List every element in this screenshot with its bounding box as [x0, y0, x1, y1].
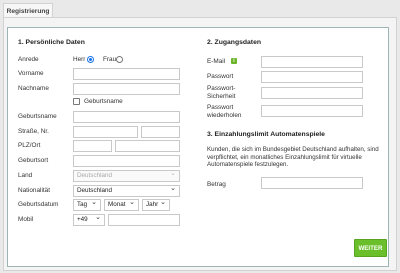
- land-select: Deutschland: [73, 170, 180, 182]
- limit-description-line1: Kunden, die sich im Bundesgebiet Deutsch…: [207, 146, 379, 153]
- geburtsname-label: Geburtsname: [18, 113, 57, 120]
- passwort-sicherheit-label-line1: Passwort-: [207, 85, 236, 92]
- geburtsname-checkbox[interactable]: [73, 98, 80, 105]
- radio-frau-label: Frau: [103, 56, 117, 63]
- passwort-sicherheit-indicator: [261, 87, 363, 99]
- geburtsname-input[interactable]: [73, 111, 180, 123]
- plz-ort-label: PLZ/Ort: [18, 142, 41, 149]
- passwort-sicherheit-label: Passwort- Sicherheit: [207, 85, 235, 100]
- mobil-label: Mobil: [18, 216, 34, 223]
- tab-bar: Registrierung: [0, 0, 400, 18]
- radio-herr[interactable]: [87, 56, 94, 63]
- section-heading-access: 2. Zugangsdaten: [207, 39, 262, 46]
- limit-description-line3: Automatenspiele festzulegen.: [207, 161, 289, 169]
- passwort-wiederholen-label: Passwort wiederholen: [207, 104, 241, 119]
- betrag-input[interactable]: [261, 177, 363, 189]
- monat-select[interactable]: Monat: [104, 199, 139, 211]
- vorname-input[interactable]: [73, 68, 180, 80]
- section-heading-limit: 3. Einzahlungslimit Automatenspiele: [207, 131, 325, 138]
- strasse-input[interactable]: [73, 126, 138, 138]
- info-icon[interactable]: i: [231, 58, 237, 64]
- passwort-wiederholen-label-line1: Passwort: [207, 104, 234, 111]
- tab-registrierung[interactable]: Registrierung: [3, 3, 53, 18]
- passwort-label: Passwort: [207, 73, 234, 80]
- hausnummer-input[interactable]: [141, 126, 180, 138]
- anrede-label: Anrede: [18, 56, 39, 63]
- betrag-label: Betrag: [207, 181, 226, 188]
- passwort-wiederholen-input[interactable]: [261, 105, 363, 117]
- section-heading-personal: 1. Persönliche Daten: [18, 39, 85, 46]
- ort-input[interactable]: [115, 140, 180, 152]
- nachname-input[interactable]: [73, 83, 180, 95]
- vorname-label: Vorname: [18, 70, 44, 77]
- email-input[interactable]: [261, 56, 363, 68]
- passwort-input[interactable]: [261, 71, 363, 83]
- tag-select[interactable]: Tag: [73, 199, 101, 211]
- geburtsort-input[interactable]: [73, 155, 180, 167]
- land-label: Land: [18, 172, 33, 179]
- jahr-select[interactable]: Jahr: [142, 199, 170, 211]
- nachname-label: Nachname: [18, 85, 49, 92]
- mobil-prefix-select[interactable]: +49: [73, 214, 105, 226]
- nationalitaet-select[interactable]: Deutschland: [73, 185, 180, 197]
- registration-form: 1. Persönliche Daten Anrede Herr Frau Vo…: [7, 27, 389, 267]
- nationalitaet-label: Nationalität: [18, 187, 50, 194]
- email-label: E-Mail: [207, 58, 226, 65]
- mobil-input[interactable]: [108, 214, 180, 226]
- passwort-sicherheit-label-line2: Sicherheit: [207, 92, 236, 100]
- limit-description: Kunden, die sich im Bundesgebiet Deutsch…: [207, 146, 389, 169]
- geburtsname-checkbox-label: Geburtsname: [84, 98, 123, 105]
- plz-input[interactable]: [73, 140, 112, 152]
- radio-frau[interactable]: [116, 56, 123, 63]
- passwort-wiederholen-label-line2: wiederholen: [207, 111, 242, 119]
- weiter-button[interactable]: WEITER: [354, 239, 387, 257]
- radio-herr-label: Herr: [73, 56, 86, 63]
- geburtsdatum-label: Geburtsdatum: [18, 201, 59, 208]
- geburtsort-label: Geburtsort: [18, 157, 49, 164]
- strasse-label: Straße, Nr.: [18, 128, 49, 135]
- limit-description-line2: verpflichtet, ein monatliches Einzahlung…: [207, 153, 362, 161]
